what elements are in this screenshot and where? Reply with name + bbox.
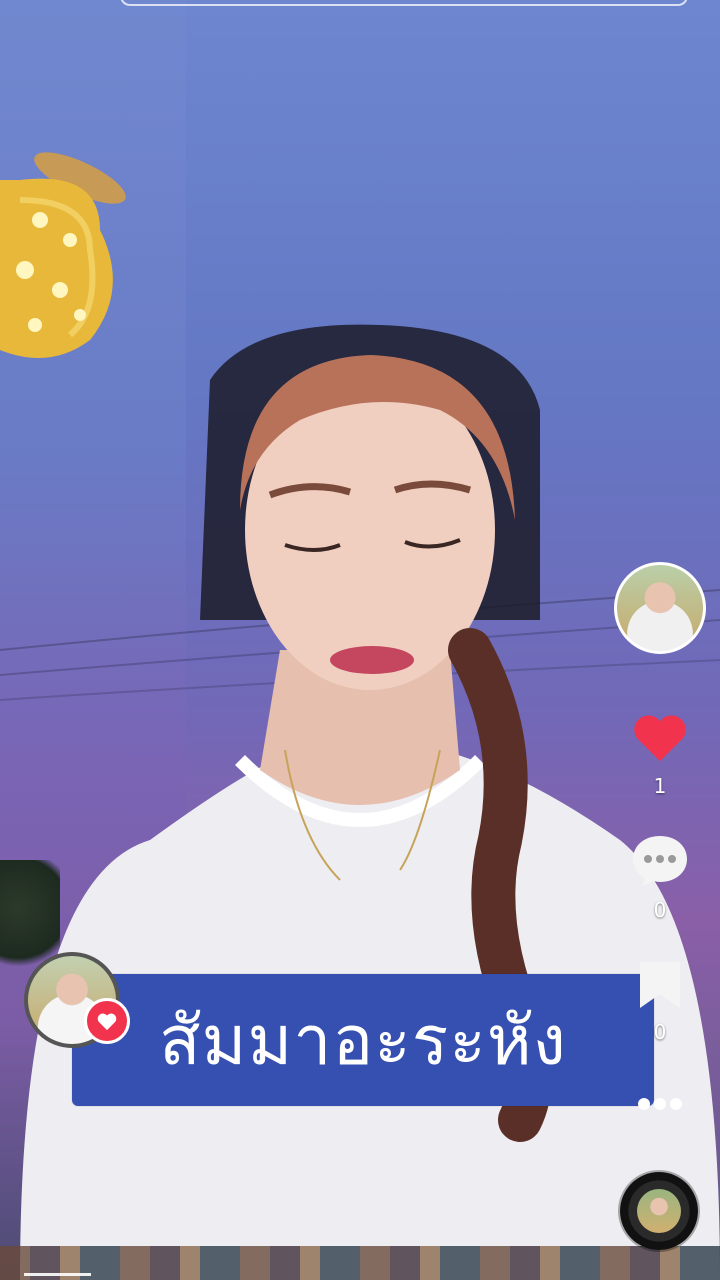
bookmark-icon (640, 962, 680, 1008)
top-search-bar-outline (120, 0, 688, 6)
person-figure (20, 324, 720, 1280)
creator-avatar[interactable] (614, 562, 706, 654)
comment-bubble-icon (633, 836, 687, 886)
caption-text: สัมมาอะระหัง (159, 1002, 567, 1081)
caption-banner: สัมมาอะระหัง (72, 974, 654, 1106)
heart-icon (634, 715, 686, 762)
heart-badge-icon[interactable] (84, 998, 130, 1044)
bottom-background-strip (0, 1246, 720, 1280)
video-progress-bar[interactable] (24, 1273, 91, 1276)
like-button[interactable]: 1 (630, 710, 690, 798)
music-cover-thumbnail (637, 1189, 681, 1233)
comment-count: 0 (653, 898, 667, 922)
music-disc-icon[interactable] (620, 1172, 698, 1250)
more-dots-icon[interactable] (636, 1096, 684, 1112)
save-button[interactable]: 0 (630, 960, 690, 1044)
comment-button[interactable]: 0 (630, 832, 690, 922)
like-count: 1 (653, 774, 667, 798)
save-count: 0 (653, 1020, 667, 1044)
